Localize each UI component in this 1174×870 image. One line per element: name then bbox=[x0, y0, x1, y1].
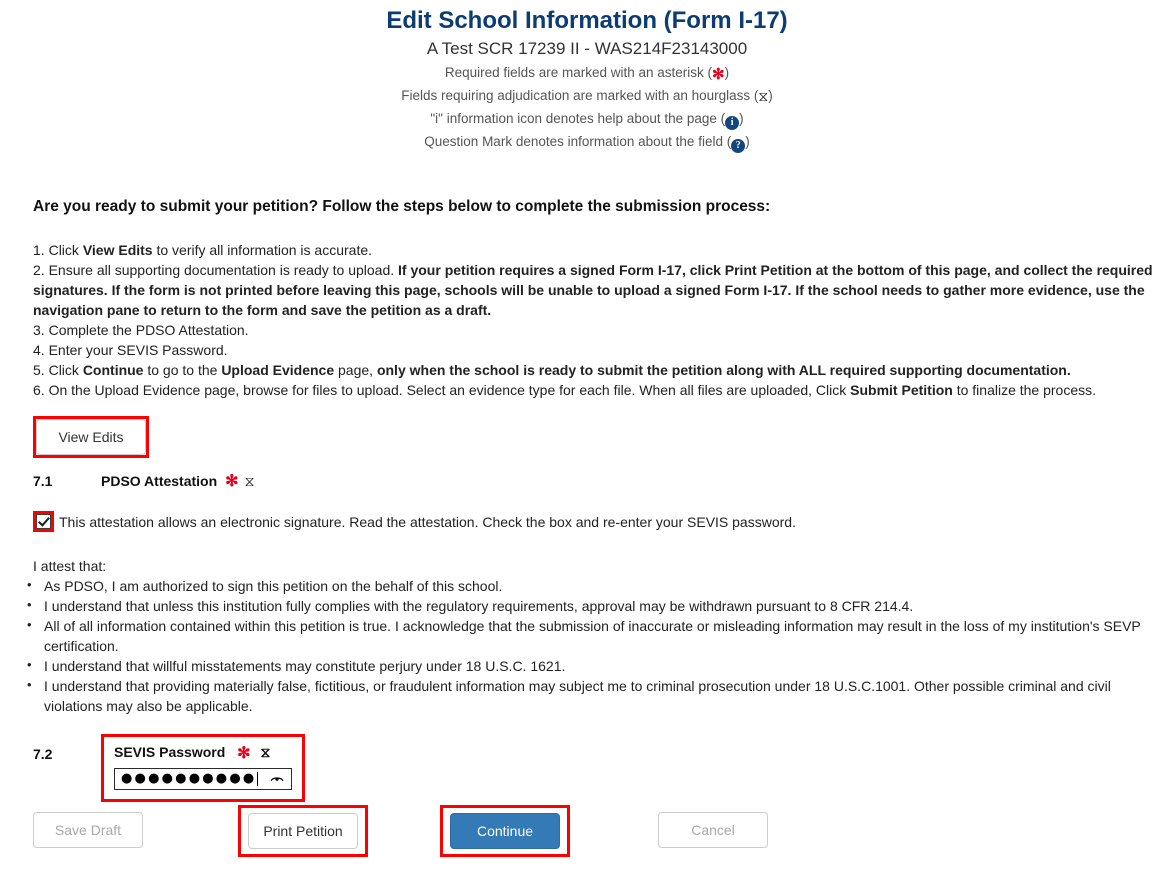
legend-info-prefix: "i" information icon denotes help about … bbox=[430, 111, 726, 126]
instruction-step-number: 3. bbox=[33, 322, 49, 338]
continue-redbox: Continue bbox=[440, 805, 570, 857]
view-edits-redbox: View Edits bbox=[33, 416, 149, 458]
eye-icon[interactable] bbox=[270, 772, 284, 786]
continue-button[interactable]: Continue bbox=[450, 813, 560, 849]
instruction-step-text: Enter your SEVIS Password. bbox=[48, 342, 228, 358]
sevis-password-label: SEVIS Password bbox=[114, 744, 226, 760]
legend-adjudication-prefix: Fields requiring adjudication are marked… bbox=[401, 88, 759, 103]
legend-required-prefix: Required fields are marked with an aster… bbox=[444, 65, 713, 80]
instruction-step-text: Ensure all supporting documentation is r… bbox=[48, 262, 399, 278]
page-header: Edit School Information (Form I-17) A Te… bbox=[0, 0, 1174, 153]
legend-info-suffix: ) bbox=[739, 111, 744, 126]
attestation-item: As PDSO, I am authorized to sign this pe… bbox=[27, 575, 1158, 596]
footer-button-bar: Save Draft Print Petition Continue Cance… bbox=[33, 805, 1133, 864]
adjudication-hourglass-icon: ⧖ bbox=[244, 472, 255, 489]
instruction-step: 5. Click Continue to go to the Upload Ev… bbox=[33, 360, 1158, 380]
text-caret bbox=[257, 772, 259, 786]
sevis-password-row: 7.2 SEVIS Password ✻ ⧖ ●●●●●●●●●● bbox=[33, 734, 1158, 802]
section-number-7-2: 7.2 bbox=[33, 746, 53, 762]
school-identifier: A Test SCR 17239 II - WAS214F23143000 bbox=[426, 39, 748, 58]
attestation-item: I understand that providing materially f… bbox=[27, 675, 1158, 716]
attestation-item: I understand that willful misstatements … bbox=[27, 655, 1158, 676]
instruction-step: 4. Enter your SEVIS Password. bbox=[33, 340, 1158, 360]
attestation-item: All of all information contained within … bbox=[27, 615, 1158, 656]
instructions-heading: Are you ready to submit your petition? F… bbox=[33, 198, 771, 215]
asterisk-icon: ✻ bbox=[712, 66, 725, 83]
instruction-step-text: to finalize the process. bbox=[952, 382, 1097, 398]
instruction-step-text: Click bbox=[48, 242, 83, 258]
view-edits-button[interactable]: View Edits bbox=[36, 419, 146, 455]
instruction-step-emphasis: Continue bbox=[82, 362, 144, 378]
instruction-step-text: to go to the bbox=[143, 362, 222, 378]
pdso-attestation-header-row: 7.1 PDSO Attestation ✻ ⧖ bbox=[33, 471, 1158, 491]
legend-adjudication-suffix: ) bbox=[768, 88, 773, 103]
instruction-step-text: On the Upload Evidence page, browse for … bbox=[48, 382, 851, 398]
instruction-step: 2. Ensure all supporting documentation i… bbox=[33, 260, 1158, 320]
view-edits-highlight: View Edits bbox=[33, 416, 149, 458]
pdso-attestation-label: PDSO Attestation bbox=[101, 473, 218, 489]
instruction-step-text: page, bbox=[334, 362, 377, 378]
legend-required: Required fields are marked with an aster… bbox=[0, 61, 1174, 84]
instruction-step-emphasis: Submit Petition bbox=[850, 382, 953, 398]
instruction-step-text: Click bbox=[48, 362, 83, 378]
legend-question-prefix: Question Mark denotes information about … bbox=[424, 134, 732, 149]
sevis-password-redbox: SEVIS Password ✻ ⧖ ●●●●●●●●●● bbox=[101, 734, 305, 802]
attestation-intro: I attest that: bbox=[33, 558, 107, 574]
print-petition-redbox: Print Petition bbox=[238, 805, 368, 857]
password-hourglass-icon: ⧖ bbox=[260, 744, 271, 760]
question-mark-icon: ? bbox=[731, 139, 746, 153]
save-draft-button[interactable]: Save Draft bbox=[33, 812, 143, 848]
legend-question-icon: Question Mark denotes information about … bbox=[0, 130, 1174, 153]
cancel-button[interactable]: Cancel bbox=[658, 812, 768, 848]
hourglass-icon: ⧖ bbox=[758, 88, 769, 104]
attestation-checkbox-row: This attestation allows an electronic si… bbox=[33, 511, 1158, 532]
attestation-checkbox-redbox bbox=[33, 511, 54, 532]
sevis-password-masked-value: ●●●●●●●●●● bbox=[121, 771, 257, 786]
cancel-slot: Cancel bbox=[658, 812, 768, 848]
instruction-step: 3. Complete the PDSO Attestation. bbox=[33, 320, 1158, 340]
instruction-step-emphasis: Upload Evidence bbox=[221, 362, 335, 378]
attestation-checkbox[interactable] bbox=[36, 514, 51, 529]
instruction-step-text: Complete the PDSO Attestation. bbox=[48, 322, 249, 338]
sevis-password-input[interactable]: ●●●●●●●●●● bbox=[114, 768, 292, 790]
instruction-step-emphasis: only when the school is ready to submit … bbox=[376, 362, 1071, 378]
password-required-asterisk-icon: ✻ bbox=[237, 745, 251, 762]
page-title: Edit School Information (Form I-17) bbox=[386, 7, 788, 34]
instruction-step-number: 2. bbox=[33, 262, 49, 278]
section-number-7-1: 7.1 bbox=[33, 473, 53, 489]
print-petition-button[interactable]: Print Petition bbox=[248, 813, 358, 849]
main-content: Are you ready to submit your petition? F… bbox=[0, 197, 1174, 802]
legend-info-icon: "i" information icon denotes help about … bbox=[0, 107, 1174, 130]
instruction-step-emphasis: View Edits bbox=[82, 242, 153, 258]
save-draft-slot: Save Draft bbox=[33, 812, 143, 848]
legend-required-suffix: ) bbox=[724, 65, 730, 80]
legend-adjudication: Fields requiring adjudication are marked… bbox=[0, 84, 1174, 107]
required-asterisk-icon: ✻ bbox=[225, 473, 239, 490]
instruction-step-number: 5. bbox=[33, 362, 49, 378]
instruction-step-number: 4. bbox=[33, 342, 49, 358]
sevis-password-label-row: SEVIS Password ✻ ⧖ bbox=[114, 743, 292, 763]
legend-question-suffix: ) bbox=[745, 134, 750, 149]
instruction-step-number: 1. bbox=[33, 242, 49, 258]
attestation-item: I understand that unless this institutio… bbox=[27, 595, 1158, 616]
attestation-checkbox-label: This attestation allows an electronic si… bbox=[59, 513, 796, 530]
instruction-steps-list: 1. Click View Edits to verify all inform… bbox=[33, 240, 1158, 400]
attestation-items-list: As PDSO, I am authorized to sign this pe… bbox=[27, 575, 1158, 716]
instruction-step-text: to verify all information is accurate. bbox=[152, 242, 373, 258]
instruction-step: 6. On the Upload Evidence page, browse f… bbox=[33, 380, 1158, 400]
info-icon: i bbox=[725, 116, 740, 130]
instruction-step: 1. Click View Edits to verify all inform… bbox=[33, 240, 1158, 260]
instruction-step-number: 6. bbox=[33, 382, 49, 398]
